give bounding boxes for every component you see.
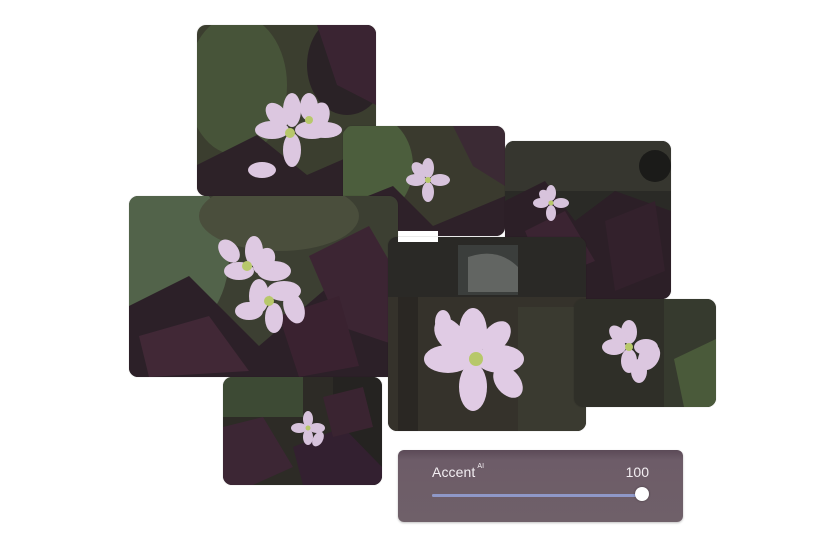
slider-value: 100 — [625, 464, 649, 480]
slider-thumb[interactable] — [635, 487, 649, 501]
ai-badge: AI — [477, 463, 485, 471]
slider-label: Accent AI — [432, 463, 485, 480]
photo-left-large — [129, 196, 398, 377]
photo-center-large — [388, 237, 586, 431]
accent-slider-panel: Accent AI 100 — [398, 450, 683, 522]
photo-bottom-left — [223, 377, 382, 485]
photo-right-small — [574, 299, 716, 407]
slider-fill — [432, 494, 642, 497]
slider-track[interactable] — [432, 494, 642, 497]
